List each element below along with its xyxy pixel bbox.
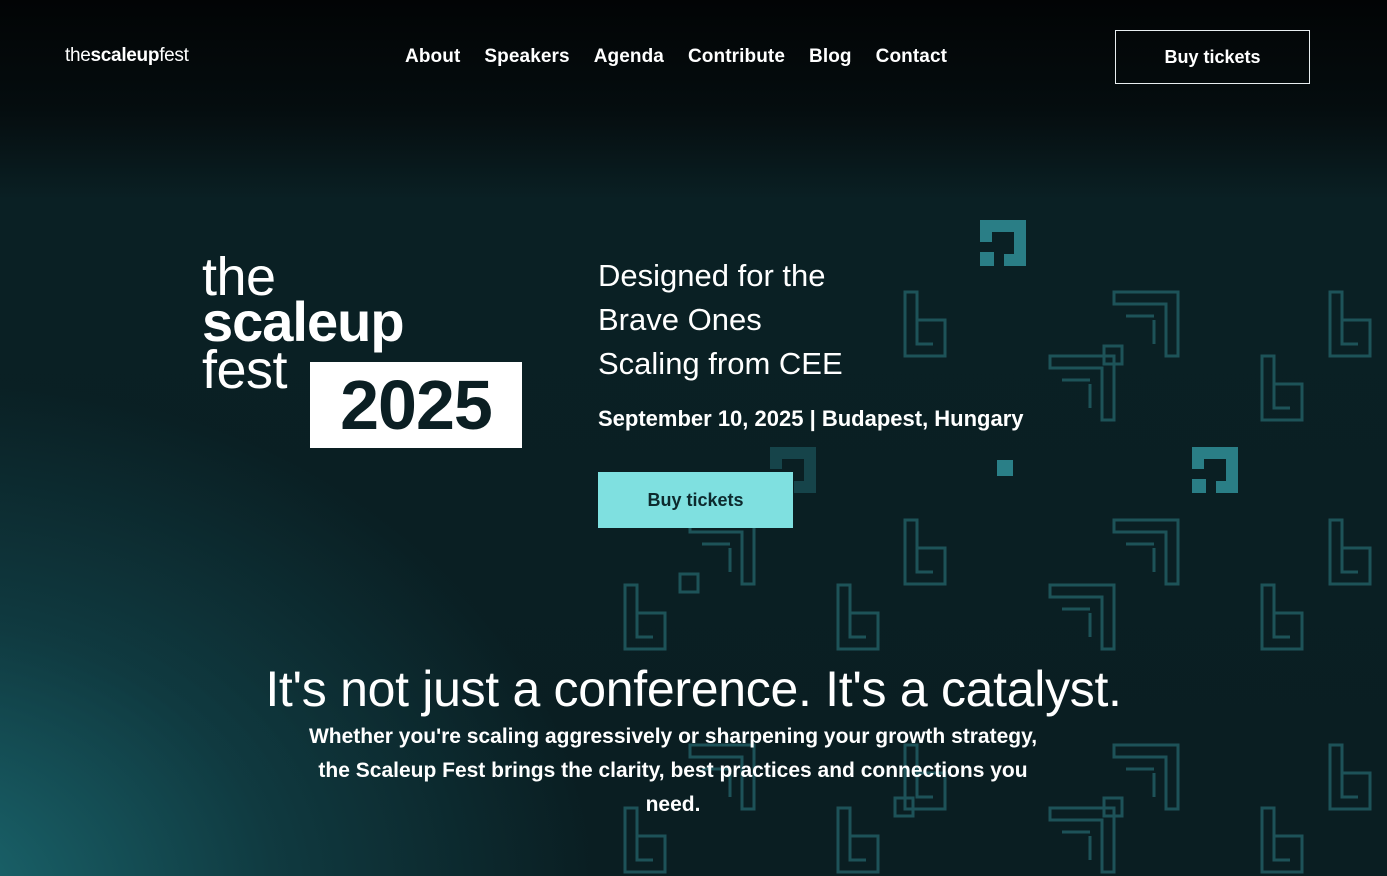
nav-contact[interactable]: Contact bbox=[876, 46, 947, 68]
brand-middle: scaleup bbox=[90, 45, 160, 66]
tagline-line: Designed for the bbox=[598, 258, 826, 293]
main-nav: About Speakers Agenda Contribute Blog Co… bbox=[405, 46, 947, 68]
section-body: Whether you're scaling aggressively or s… bbox=[308, 725, 1038, 816]
event-logo: the scaleup fest 2025 bbox=[202, 250, 532, 455]
nav-contribute[interactable]: Contribute bbox=[688, 46, 785, 68]
nav-agenda[interactable]: Agenda bbox=[594, 46, 664, 68]
event-date-location: September 10, 2025 | Budapest, Hungary bbox=[598, 406, 1024, 431]
tagline-line: Brave Ones bbox=[598, 302, 762, 337]
nav-speakers[interactable]: Speakers bbox=[484, 46, 569, 68]
brand-suffix: fest bbox=[159, 45, 189, 66]
nav-about[interactable]: About bbox=[405, 46, 460, 68]
logo-year-badge: 2025 bbox=[310, 362, 522, 448]
tagline-line: Scaling from CEE bbox=[598, 346, 843, 381]
header-buy-tickets-button[interactable]: Buy tickets bbox=[1115, 30, 1310, 84]
hero-tagline: Designed for the Brave Ones Scaling from… bbox=[598, 254, 843, 386]
brand-logo[interactable]: thescaleupfest bbox=[65, 45, 189, 67]
brand-prefix: the bbox=[65, 45, 91, 66]
nav-blog[interactable]: Blog bbox=[809, 46, 852, 68]
site-header: thescaleupfest About Speakers Agenda Con… bbox=[0, 0, 1387, 115]
section-headline: It's not just a conference. It's a catal… bbox=[265, 661, 1122, 717]
logo-word-fest: fest bbox=[202, 340, 288, 400]
hero-buy-tickets-button[interactable]: Buy tickets bbox=[598, 472, 793, 528]
